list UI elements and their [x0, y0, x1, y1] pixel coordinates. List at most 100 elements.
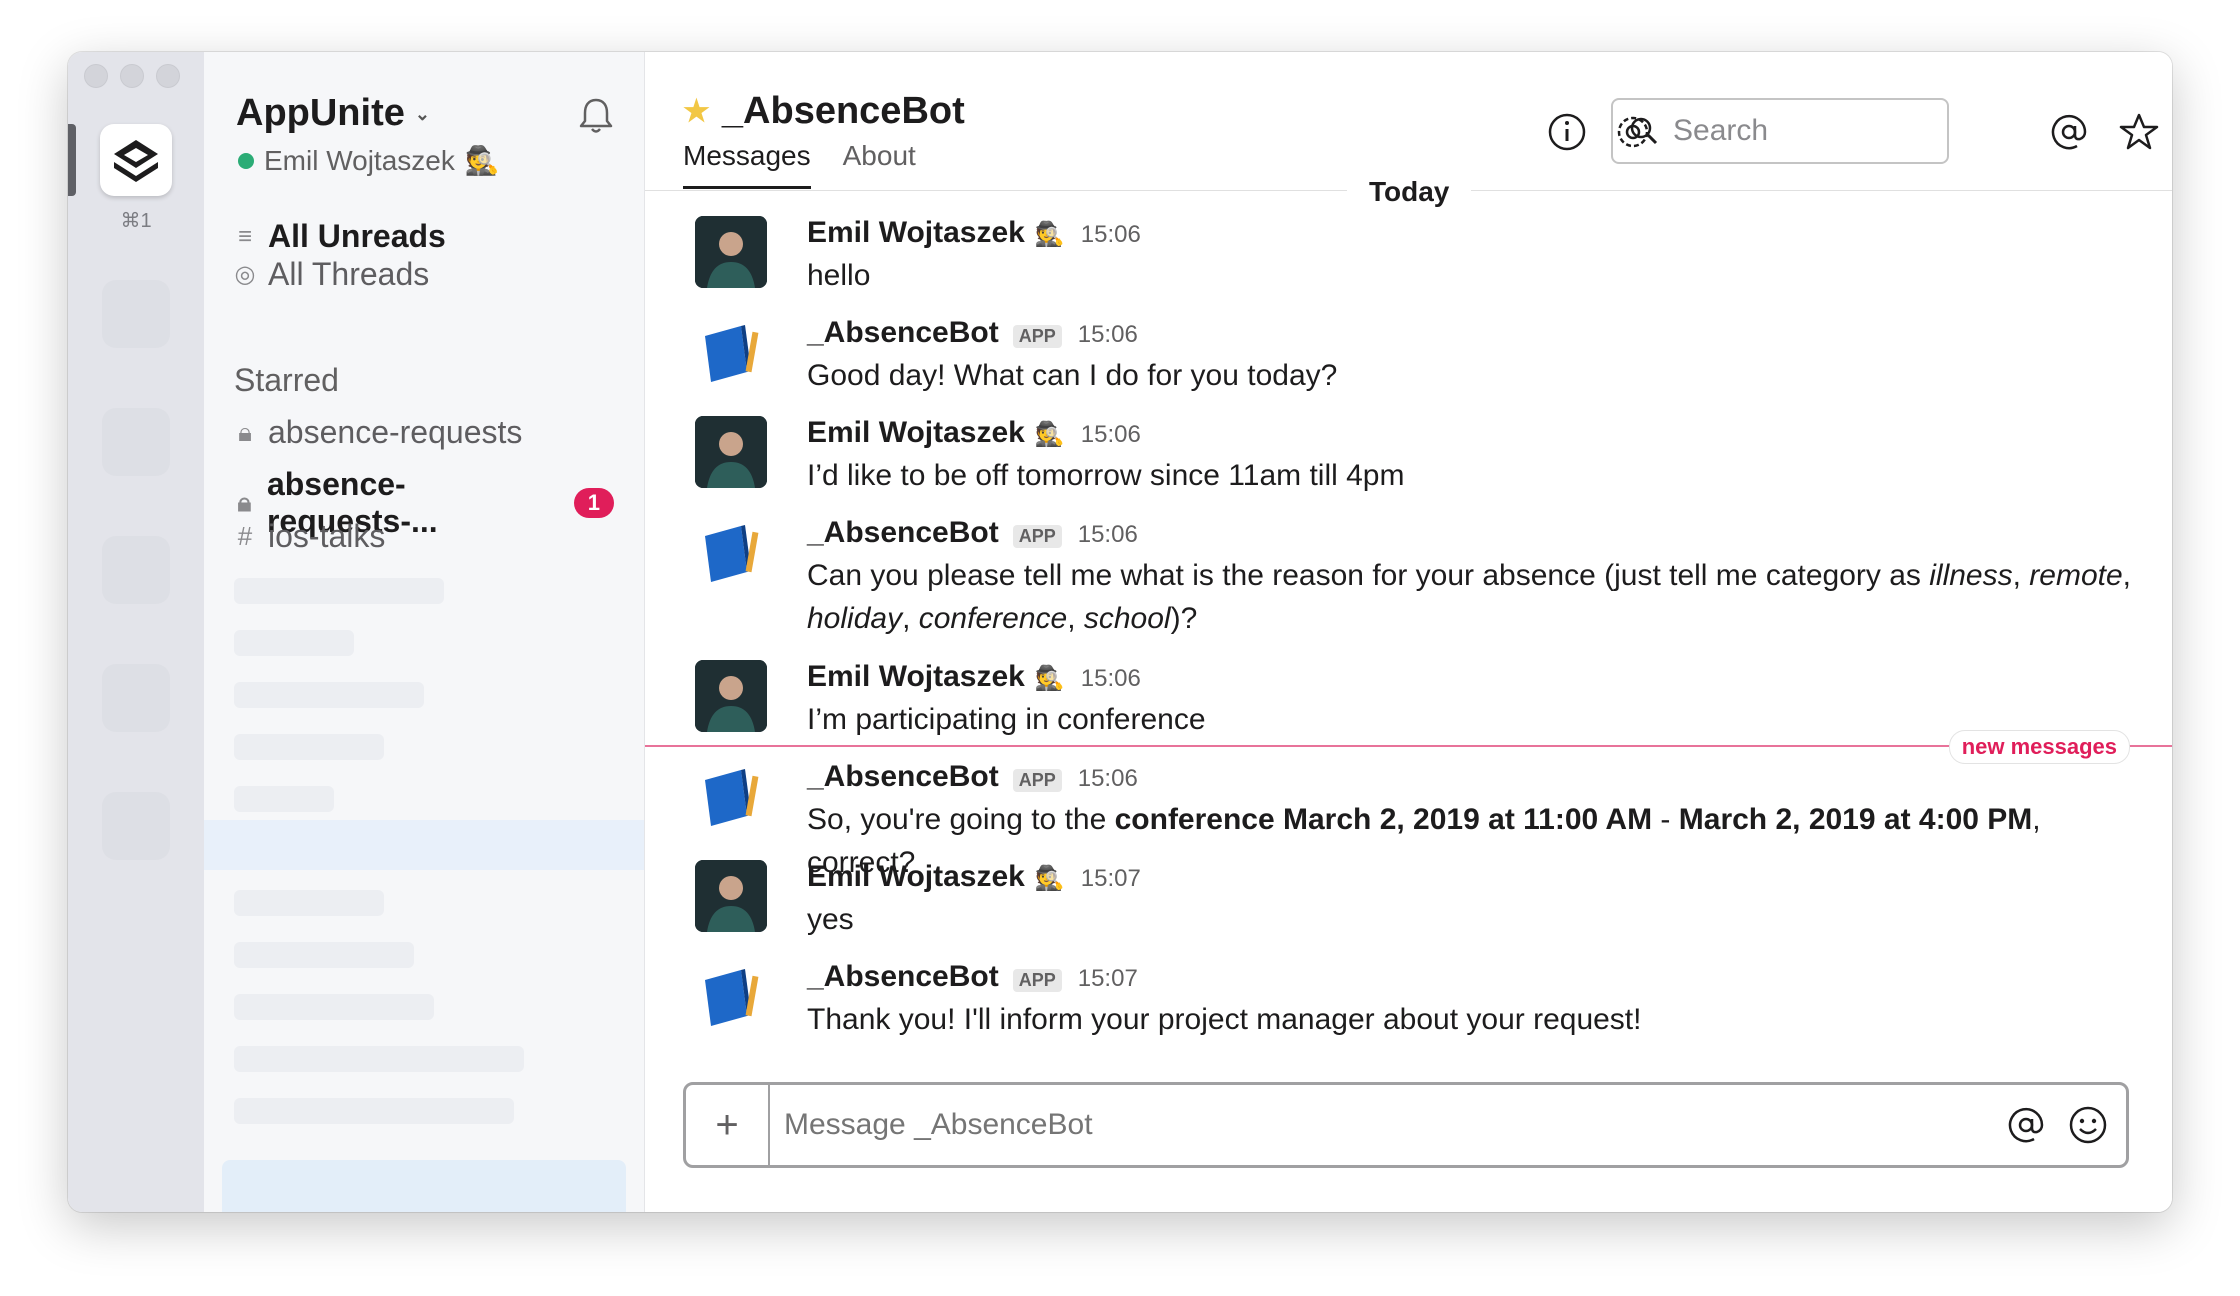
category-illness: illness — [1929, 559, 2013, 592]
mention-at-icon[interactable] — [2004, 1103, 2048, 1147]
book-bot-icon — [705, 325, 759, 382]
faded-channel[interactable] — [234, 786, 334, 812]
avatar[interactable] — [695, 760, 767, 832]
sender-name[interactable]: _AbsenceBot — [807, 960, 999, 994]
new-messages-label[interactable]: new messages — [1948, 730, 2130, 764]
mentions-at-icon[interactable] — [2047, 110, 2091, 154]
team-icon-faded[interactable] — [102, 536, 170, 604]
avatar[interactable] — [695, 516, 767, 588]
team-icon-faded[interactable] — [102, 408, 170, 476]
faded-button[interactable] — [222, 1160, 626, 1212]
search-icon — [1630, 117, 1658, 145]
user-photo-icon — [695, 216, 767, 288]
nav-label: All Unreads — [268, 218, 446, 254]
day-divider: Today — [1347, 176, 1472, 208]
message-text-segment: , — [2012, 559, 2030, 592]
bell-icon[interactable] — [574, 94, 618, 138]
faded-channel[interactable] — [234, 994, 434, 1020]
current-user[interactable]: Emil Wojtaszek 🕵 — [238, 144, 500, 177]
sender-name[interactable]: _AbsenceBot — [807, 760, 999, 794]
avatar[interactable] — [695, 860, 767, 932]
team-shortcut-label: ⌘1 — [120, 210, 152, 232]
info-icon[interactable] — [1545, 110, 1589, 154]
faded-channel[interactable] — [234, 682, 424, 708]
message-text-segment: So, you're going to the — [807, 803, 1115, 836]
message-text-segment: Can you please tell me what is the reaso… — [807, 559, 1930, 592]
list-icon: ≡ — [237, 222, 252, 250]
user-photo-icon — [695, 860, 767, 932]
channel-name: ios-talks — [268, 518, 386, 554]
message-time[interactable]: 15:06 — [1078, 765, 1138, 793]
close-window-button[interactable] — [84, 64, 108, 88]
avatar[interactable] — [695, 660, 767, 732]
message-time[interactable]: 15:06 — [1081, 421, 1141, 449]
team-icon-appunite[interactable] — [100, 124, 172, 196]
header-tabs: Messages About — [683, 140, 916, 189]
avatar[interactable] — [695, 416, 767, 488]
faded-channel[interactable] — [234, 734, 384, 760]
nav-label: All Threads — [268, 256, 430, 292]
tab-about[interactable]: About — [843, 140, 916, 189]
channel-name: absence-requests — [268, 414, 523, 450]
message-composer: + — [683, 1082, 2129, 1168]
category-conference: conference — [918, 602, 1068, 635]
faded-channel[interactable] — [234, 1046, 524, 1072]
message-text: I’d like to be off tomorrow since 11am t… — [807, 459, 1405, 492]
star-outline-icon[interactable] — [2117, 110, 2161, 154]
sender-name[interactable]: Emil Wojtaszek — [807, 660, 1025, 694]
sender-name[interactable]: _AbsenceBot — [807, 516, 999, 550]
message-time[interactable]: 15:06 — [1078, 321, 1138, 349]
message-time[interactable]: 15:06 — [1078, 521, 1138, 549]
add-attachment-button[interactable]: + — [686, 1085, 770, 1165]
active-team-indicator — [68, 124, 76, 196]
nav-all-unreads[interactable]: ≡ All Unreads — [234, 218, 446, 255]
team-icon-faded[interactable] — [102, 664, 170, 732]
faded-selected-channel[interactable] — [204, 820, 644, 870]
avatar[interactable] — [695, 316, 767, 388]
star-filled-icon[interactable]: ★ — [683, 94, 710, 129]
window-controls — [84, 64, 180, 88]
lock-icon: 🔒︎ — [238, 416, 252, 447]
channel-ios-talks[interactable]: # ios-talks — [234, 518, 614, 555]
message-time[interactable]: 15:07 — [1081, 865, 1141, 893]
app-badge: APP — [1012, 969, 1062, 992]
faded-channel[interactable] — [234, 578, 444, 604]
starred-section-label[interactable]: Starred — [234, 362, 339, 399]
message-text: yes — [807, 903, 854, 936]
book-bot-icon — [705, 769, 759, 826]
emoji-smile-icon[interactable] — [2066, 1103, 2110, 1147]
team-icon-faded[interactable] — [102, 280, 170, 348]
book-bot-icon — [705, 969, 759, 1026]
more-vertical-icon[interactable] — [2169, 110, 2172, 154]
tab-messages[interactable]: Messages — [683, 140, 811, 189]
category-school: school — [1083, 602, 1171, 635]
avatar[interactable] — [695, 216, 767, 288]
message-time[interactable]: 15:06 — [1081, 665, 1141, 693]
message-input[interactable] — [782, 1107, 1986, 1143]
faded-channel[interactable] — [234, 630, 354, 656]
faded-channel[interactable] — [234, 942, 414, 968]
channel-header-title: ★ _AbsenceBot — [683, 90, 965, 133]
faded-channel[interactable] — [234, 890, 384, 916]
message-time[interactable]: 15:07 — [1078, 965, 1138, 993]
channel-absence-requests[interactable]: 🔒︎ absence-requests — [234, 414, 614, 451]
app-badge: APP — [1012, 769, 1062, 792]
sender-name[interactable]: Emil Wojtaszek — [807, 216, 1025, 250]
message-time[interactable]: 15:06 — [1081, 221, 1141, 249]
team-icon-faded[interactable] — [102, 792, 170, 860]
book-bot-icon — [705, 525, 759, 582]
chevron-down-icon: ⌄ — [414, 104, 430, 125]
sender-name[interactable]: Emil Wojtaszek — [807, 860, 1025, 894]
nav-all-threads[interactable]: ◎ All Threads — [234, 256, 430, 293]
zoom-window-button[interactable] — [156, 64, 180, 88]
minimize-window-button[interactable] — [120, 64, 144, 88]
sender-name[interactable]: Emil Wojtaszek — [807, 416, 1025, 450]
search-box[interactable]: Search — [1611, 98, 1949, 164]
team-switcher: ⌘1 — [68, 52, 204, 1212]
status-emoji: 🕵 — [1034, 221, 1065, 248]
faded-channel[interactable] — [234, 1098, 514, 1124]
user-photo-icon — [695, 416, 767, 488]
sender-name[interactable]: _AbsenceBot — [807, 316, 999, 350]
avatar[interactable] — [695, 960, 767, 1032]
team-name-menu[interactable]: AppUnite ⌄ — [236, 92, 430, 135]
